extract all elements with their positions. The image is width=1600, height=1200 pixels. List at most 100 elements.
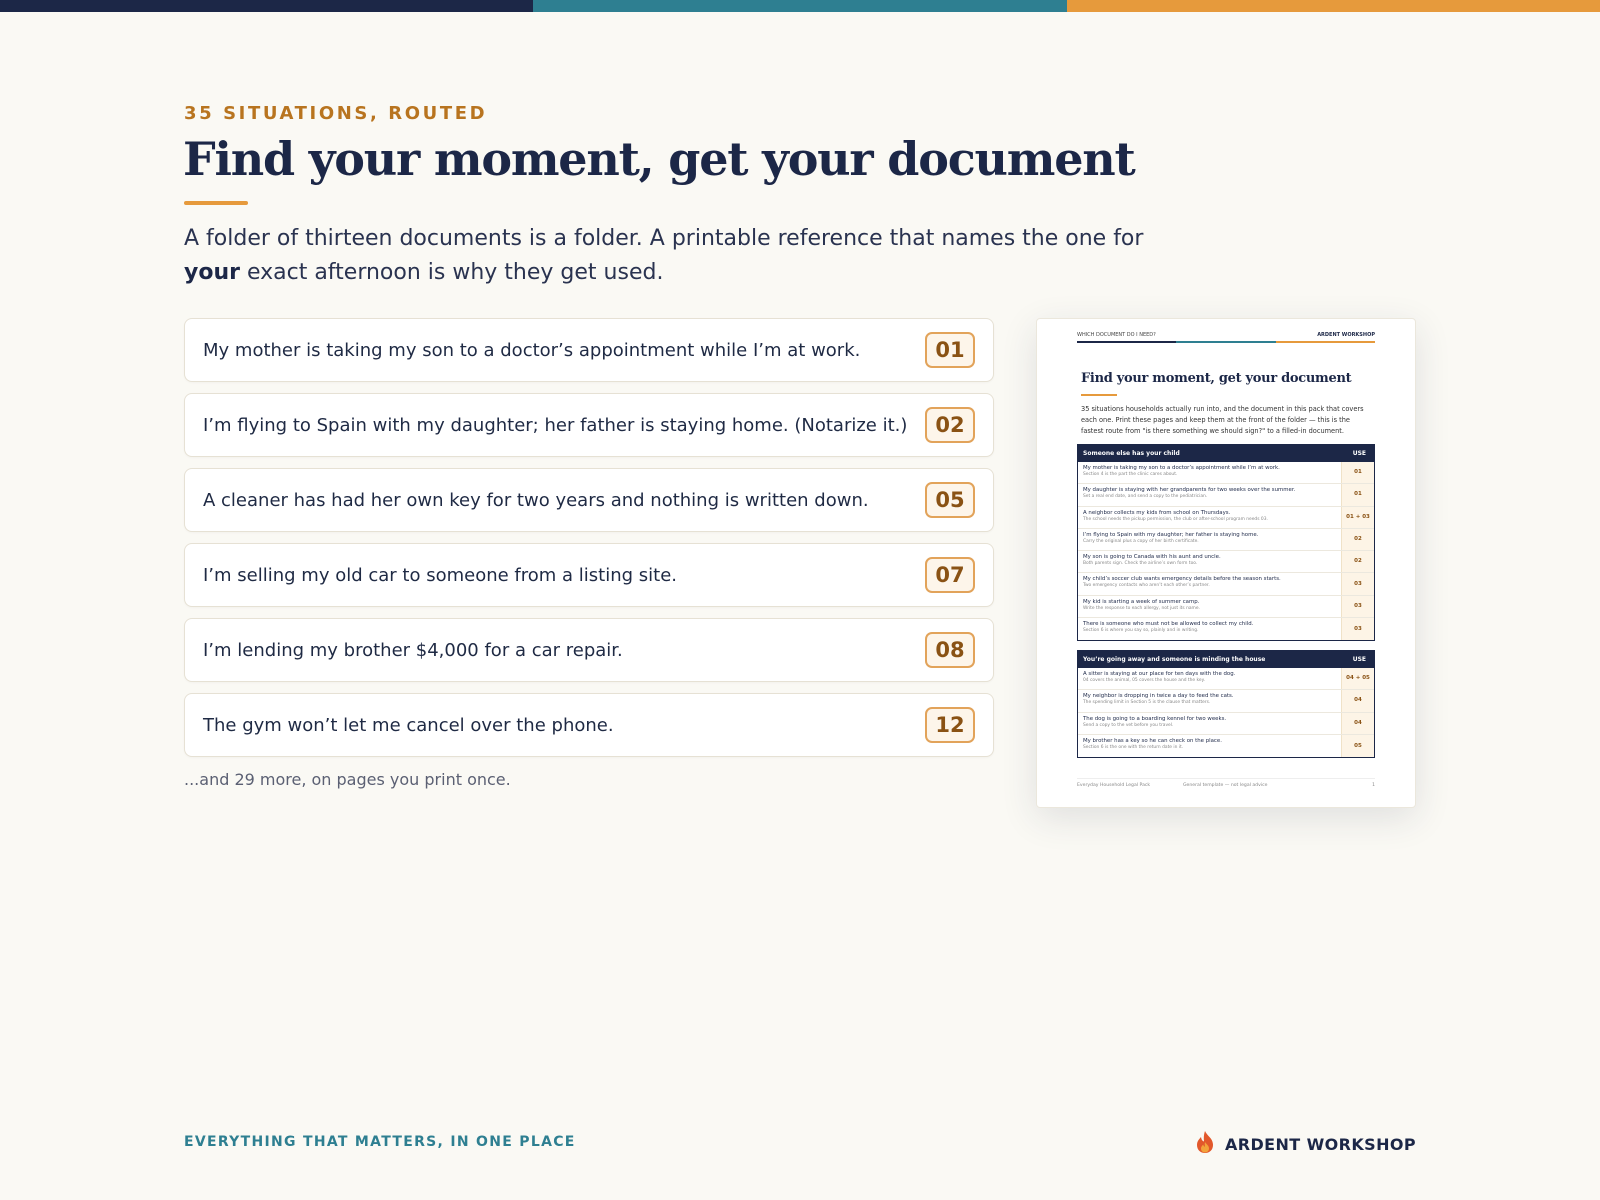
preview-row-document: 03: [1341, 618, 1374, 641]
situation-text: The gym won’t let me cancel over the pho…: [203, 714, 614, 736]
intro-emphasis: your: [184, 260, 240, 285]
intro-paragraph: A folder of thirteen documents is a fold…: [184, 222, 1144, 290]
page-title: Find your moment, get your document: [183, 132, 1136, 186]
preview-row: My child’s soccer club wants emergency d…: [1078, 573, 1374, 596]
preview-row: My neighbor is dropping in twice a day t…: [1078, 690, 1374, 713]
preview-row-document: 01 + 03: [1341, 506, 1374, 528]
preview-row-note: 04 covers the animal, 05 covers the hous…: [1083, 678, 1205, 683]
preview-section-child: Someone else has your child USE My mothe…: [1077, 444, 1375, 642]
preview-row-document: 04 + 05: [1341, 668, 1374, 690]
preview-row-situation: A neighbor collects my kids from school …: [1083, 509, 1231, 516]
preview-footer-pack: Everyday Household Legal Pack: [1077, 783, 1151, 788]
preview-row-document: 01: [1341, 484, 1374, 506]
preview-row-note: Carry the original plus a copy of her bi…: [1083, 538, 1199, 544]
situation-text: A cleaner has had her own key for two ye…: [203, 489, 869, 511]
preview-color-bar: [1077, 341, 1375, 343]
eyebrow-label: 35 SITUATIONS, ROUTED: [184, 103, 488, 124]
preview-row: My daughter is staying with her grandpar…: [1078, 484, 1374, 507]
top-bar-orange-segment: [1066, 0, 1600, 12]
situation-text: My mother is taking my son to a doctor’s…: [203, 339, 861, 361]
preview-bar-orange: [1275, 341, 1375, 343]
preview-section-title: You’re going away and someone is minding…: [1083, 656, 1266, 663]
preview-row-note: Two emergency contacts who aren’t each o…: [1083, 583, 1210, 589]
footer-tagline: EVERYTHING THAT MATTERS, IN ONE PLACE: [184, 1134, 576, 1150]
preview-use-label: USE: [1352, 450, 1366, 457]
preview-row-situation: My mother is taking my son to a doctor’s…: [1083, 465, 1280, 471]
preview-row-note: Section 6 is where you say so, plainly a…: [1083, 628, 1199, 634]
document-number-badge: 01: [925, 332, 975, 368]
preview-row-situation: The dog is going to a boarding kennel fo…: [1083, 715, 1227, 722]
preview-section-house: You’re going away and someone is minding…: [1077, 650, 1375, 759]
situation-card: I’m flying to Spain with my daughter; he…: [184, 393, 994, 457]
preview-row-note: Both parents sign. Check the airline’s o…: [1083, 561, 1198, 567]
preview-row-situation: My kid is starting a week of summer camp…: [1083, 598, 1200, 605]
preview-row-note: The school needs the pickup permission, …: [1083, 516, 1268, 522]
situation-list: My mother is taking my son to a doctor’s…: [184, 318, 994, 768]
preview-title-underline: [1081, 394, 1117, 396]
preview-row: My kid is starting a week of summer camp…: [1078, 595, 1374, 619]
preview-bar-teal: [1176, 341, 1276, 343]
document-number-badge: 12: [925, 707, 975, 743]
intro-text-end: exact afternoon is why they get used.: [239, 260, 664, 285]
preview-row-note: Send a copy to the vet before you travel…: [1083, 722, 1174, 728]
preview-use-label: USE: [1352, 656, 1366, 663]
preview-row: A sitter is staying at our place for ten…: [1078, 668, 1374, 691]
preview-row-document: 05: [1341, 734, 1374, 758]
intro-text-start: A folder of thirteen documents is a fold…: [184, 226, 1144, 251]
situation-card: My mother is taking my son to a doctor’s…: [184, 318, 994, 382]
preview-header-label: WHICH DOCUMENT DO I NEED?: [1077, 332, 1156, 338]
preview-row-situation: My brother has a key so he can check on …: [1083, 737, 1222, 744]
preview-section-header: You’re going away and someone is minding…: [1078, 651, 1374, 668]
preview-row: My mother is taking my son to a doctor’s…: [1078, 462, 1374, 485]
top-bar-teal-segment: [533, 0, 1067, 12]
preview-row: The dog is going to a boarding kennel fo…: [1078, 712, 1374, 735]
preview-section-title: Someone else has your child: [1083, 450, 1180, 457]
preview-row-document: 04: [1341, 690, 1374, 712]
preview-row-situation: I’m flying to Spain with my daughter; he…: [1083, 531, 1259, 538]
flame-icon: [1194, 1130, 1216, 1158]
top-color-bar: [0, 0, 1600, 12]
brand-name: ARDENT WORKSHOP: [1225, 1134, 1416, 1154]
situation-card: A cleaner has had her own key for two ye…: [184, 468, 994, 532]
preview-row-document: 02: [1341, 551, 1374, 573]
document-number-badge: 08: [925, 632, 975, 668]
document-number-badge: 02: [925, 407, 975, 443]
preview-footer: Everyday Household Legal Pack General te…: [1077, 778, 1375, 788]
preview-row-note: Section 6 is the one with the return dat…: [1083, 744, 1184, 750]
preview-intro: 35 situations households actually run in…: [1081, 405, 1364, 435]
preview-row-document: 01: [1341, 462, 1374, 484]
preview-row: My brother has a key so he can check on …: [1078, 734, 1374, 758]
title-underline: [184, 201, 248, 205]
preview-footer-page: 1: [1372, 783, 1375, 788]
preview-row-document: 03: [1341, 573, 1374, 595]
preview-bar-navy: [1077, 341, 1177, 343]
situation-text: I’m selling my old car to someone from a…: [203, 564, 678, 586]
preview-row-note: Section 4 is the part the clinic cares a…: [1083, 472, 1178, 477]
preview-row-situation: A sitter is staying at our place for ten…: [1083, 671, 1236, 677]
preview-footer-disclaimer: General template — not legal advice: [1183, 783, 1268, 788]
preview-row-document: 03: [1341, 595, 1374, 618]
more-situations-note: ...and 29 more, on pages you print once.: [184, 770, 511, 789]
footer-brand: ARDENT WORKSHOP: [1194, 1130, 1416, 1158]
preview-header-brand: ARDENT WORKSHOP: [1317, 332, 1375, 338]
document-preview: WHICH DOCUMENT DO I NEED? ARDENT WORKSHO…: [1036, 318, 1416, 808]
situation-card: The gym won’t let me cancel over the pho…: [184, 693, 994, 757]
situation-text: I’m lending my brother $4,000 for a car …: [203, 639, 623, 661]
preview-row-document: 02: [1341, 528, 1374, 551]
preview-row-note: The spending limit in Section 5 is the c…: [1083, 700, 1211, 706]
preview-section-header: Someone else has your child USE: [1078, 445, 1374, 462]
preview-row: I’m flying to Spain with my daughter; he…: [1078, 528, 1374, 552]
preview-row: There is someone who must not be allowed…: [1078, 618, 1374, 641]
preview-row-note: Write the response to each allergy, not …: [1083, 605, 1200, 611]
top-bar-navy-segment: [0, 0, 534, 12]
preview-row-document: 04: [1341, 712, 1374, 734]
preview-header: WHICH DOCUMENT DO I NEED? ARDENT WORKSHO…: [1077, 332, 1375, 338]
situation-card: I’m selling my old car to someone from a…: [184, 543, 994, 607]
situation-card: I’m lending my brother $4,000 for a car …: [184, 618, 994, 682]
preview-row-note: Set a real end date, and send a copy to …: [1083, 494, 1208, 500]
preview-row: My son is going to Canada with his aunt …: [1078, 551, 1374, 574]
preview-row: A neighbor collects my kids from school …: [1078, 506, 1374, 529]
preview-title: Find your moment, get your document: [1081, 371, 1352, 386]
document-number-badge: 07: [925, 557, 975, 593]
document-number-badge: 05: [925, 482, 975, 518]
